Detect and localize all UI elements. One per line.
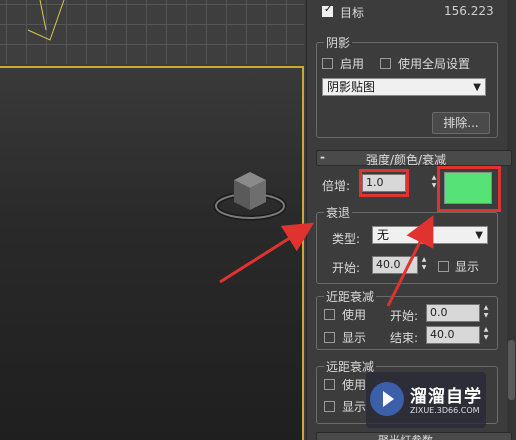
annotation-arrows [219,215,434,307]
annotation-arrow-right [386,215,434,307]
annotation-arrow-left [219,222,315,284]
